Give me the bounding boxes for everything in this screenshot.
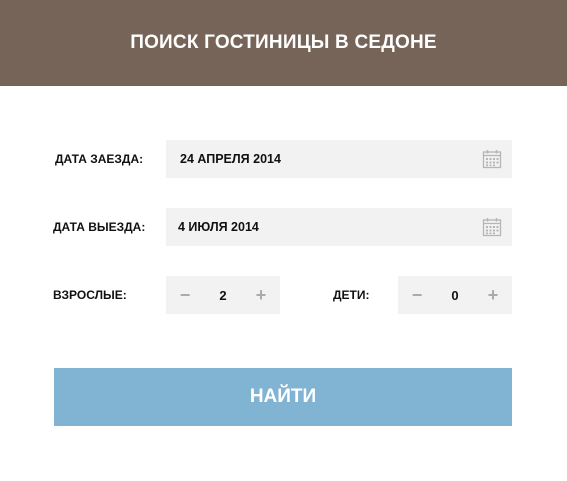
checkin-label: ДАТА ЗАЕЗДА: xyxy=(55,152,144,166)
adults-stepper: − 2 + xyxy=(166,276,280,314)
checkin-date-field[interactable]: 24 АПРЕЛЯ 2014 xyxy=(166,140,512,178)
checkin-date-value: 24 АПРЕЛЯ 2014 xyxy=(180,152,281,166)
page-header: ПОИСК ГОСТИНИЦЫ В СЕДОНЕ xyxy=(0,0,567,86)
adults-count: 2 xyxy=(219,287,227,303)
calendar-icon[interactable] xyxy=(482,217,502,237)
checkout-date-field[interactable]: 4 ИЮЛЯ 2014 xyxy=(166,208,512,246)
calendar-icon[interactable] xyxy=(482,149,502,169)
search-button[interactable]: НАЙТИ xyxy=(54,368,512,426)
checkout-date-value: 4 ИЮЛЯ 2014 xyxy=(178,220,259,234)
adults-label: ВЗРОСЛЫЕ: xyxy=(53,288,127,302)
page-title: ПОИСК ГОСТИНИЦЫ В СЕДОНЕ xyxy=(130,32,437,53)
children-stepper: − 0 + xyxy=(398,276,512,314)
children-decrement-button[interactable]: − xyxy=(398,276,436,314)
adults-decrement-button[interactable]: − xyxy=(166,276,204,314)
checkout-label: ДАТА ВЫЕЗДА: xyxy=(53,220,146,234)
children-count: 0 xyxy=(451,287,459,303)
adults-increment-button[interactable]: + xyxy=(242,276,280,314)
children-label: ДЕТИ: xyxy=(333,288,370,302)
children-increment-button[interactable]: + xyxy=(474,276,512,314)
